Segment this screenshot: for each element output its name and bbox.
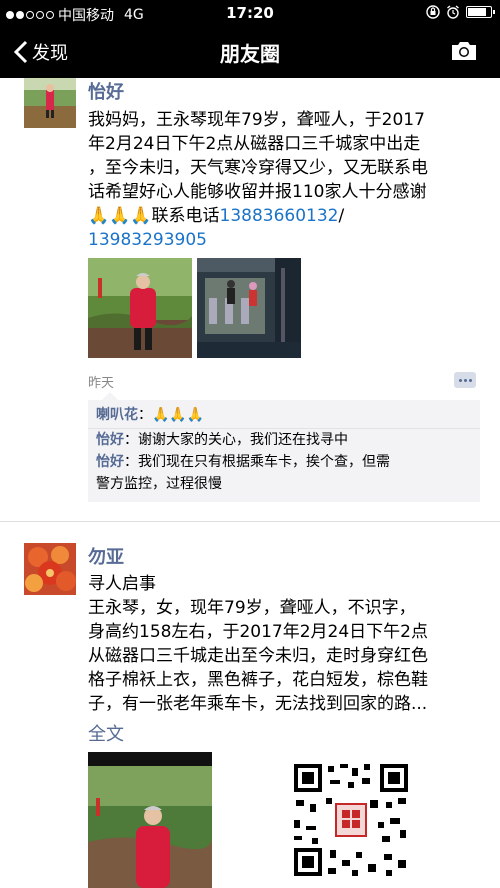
- post-author[interactable]: 怡好: [88, 78, 124, 104]
- camera-button[interactable]: [450, 40, 478, 66]
- phone-link[interactable]: 13883660132: [220, 206, 339, 226]
- comment-text: 我们现在只有根据乘车卡，挨个查，但需: [138, 454, 390, 470]
- full-text-link[interactable]: 全文: [88, 720, 124, 746]
- commenter-name[interactable]: 怡好: [96, 432, 124, 448]
- page-title: 朋友圈: [220, 42, 280, 66]
- post-text-line: 寻人启事: [88, 574, 156, 594]
- navigation-bar: 发现 朋友圈: [0, 26, 500, 78]
- phone-separator: /: [338, 206, 345, 226]
- alarm-icon: [447, 5, 459, 19]
- post-divider: [0, 521, 500, 522]
- moments-feed[interactable]: 怡好 我妈妈，王永琴现年79岁，聋哑人，于2017 年2月24日下午2点从磁器口三…: [0, 78, 500, 888]
- post-author[interactable]: 勿亚: [88, 543, 124, 569]
- comment-continuation: 警方监控，过程很慢: [96, 476, 222, 492]
- post-photo[interactable]: [197, 258, 301, 358]
- phone-link[interactable]: 13983293905: [88, 230, 207, 250]
- post-text-line: ，至今未归，天气寒冷穿得又少，又无联系电: [88, 158, 428, 178]
- avatar[interactable]: [24, 78, 76, 128]
- contact-label: 联系电话: [151, 206, 220, 226]
- post-text: 我妈妈，王永琴现年79岁，聋哑人，于2017 年2月24日下午2点从磁器口三千城家…: [88, 108, 480, 252]
- clock: 17:20: [226, 4, 274, 22]
- comment-action-button[interactable]: [454, 372, 476, 388]
- post-text-line: 从磁器口三千城走出至今未归，走时身穿红色: [88, 646, 428, 666]
- comment-text: 谢谢大家的关心，我们还在找寻中: [138, 432, 348, 448]
- post-text: 寻人启事王永琴，女，现年79岁，聋哑人，不识字， 身高约158左右，于2017年2…: [88, 572, 480, 716]
- commenter-name[interactable]: 怡好: [96, 454, 124, 470]
- post-photo[interactable]: [88, 258, 192, 358]
- post-text-line: 身高约158左右，于2017年2月24日下午2点: [88, 622, 428, 642]
- commenter-name[interactable]: 喇叭花: [96, 407, 138, 423]
- post-text-line: 13983293905: [88, 228, 480, 252]
- post-text-line: 格子棉袄上衣，黑色裤子，花白短发，棕色鞋: [88, 670, 428, 690]
- post-text-line: 🙏🙏🙏联系电话13883660132/: [88, 204, 480, 228]
- camera-icon: [452, 42, 476, 60]
- avatar[interactable]: [24, 543, 76, 595]
- post-text-line: 子，有一张老年乘车卡，无法找到回家的路...: [88, 694, 428, 714]
- post-time: 昨天: [88, 376, 115, 391]
- status-bar: 中国移动 4G 17:20: [0, 0, 500, 26]
- post-photo[interactable]: [88, 752, 212, 888]
- post-text-line: 年2月24日下午2点从磁器口三千城家中出走: [88, 134, 421, 154]
- battery-icon: [466, 6, 495, 18]
- comments-section: 喇叭花：🙏🙏🙏 怡好：谢谢大家的关心，我们还在找寻中 怡好：我们现在只有根据乘车…: [88, 392, 480, 502]
- post-text-line: 话希望好心人能够收留并报110家人十分感谢: [88, 182, 427, 202]
- comment-item[interactable]: 怡好：我们现在只有根据乘车卡，挨个查，但需: [96, 451, 472, 473]
- comment-text: 🙏🙏🙏: [152, 407, 205, 423]
- post-text-line: 王永琴，女，现年79岁，聋哑人，不识字，: [88, 598, 416, 618]
- comment-item[interactable]: 喇叭花：🙏🙏🙏: [96, 404, 472, 426]
- comment-item[interactable]: 怡好：谢谢大家的关心，我们还在找寻中: [88, 428, 480, 451]
- post-text-line: 我妈妈，王永琴现年79岁，聋哑人，于2017: [88, 110, 425, 130]
- qr-code[interactable]: [290, 760, 412, 880]
- lock-rotation-icon: [426, 5, 440, 19]
- prayer-emoji: 🙏🙏🙏: [88, 206, 152, 226]
- status-icons: [426, 5, 495, 19]
